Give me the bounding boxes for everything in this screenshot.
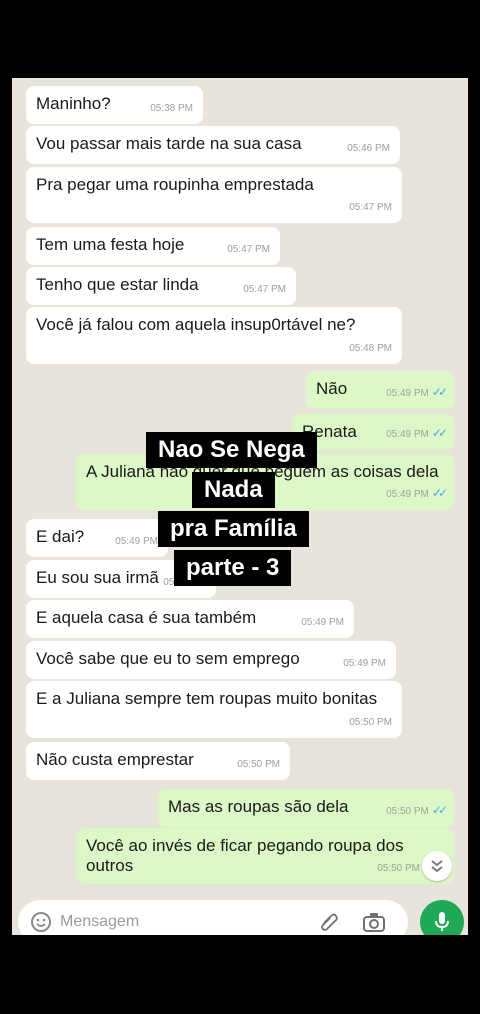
double-check-icon: ✓✓: [431, 385, 448, 399]
message-incoming[interactable]: Tem uma festa hoje 05:47 PM: [26, 227, 280, 265]
message-text: Vou passar mais tarde na sua casa: [36, 134, 302, 153]
message-time: 05:49 PM ✓✓: [386, 385, 448, 399]
message-incoming[interactable]: Maninho? 05:38 PM: [26, 86, 203, 124]
message-text: Você ao invés de ficar pegando roupa dos…: [86, 836, 404, 875]
paperclip-icon[interactable]: [318, 911, 340, 933]
caption-line-4: parte - 3: [174, 550, 292, 586]
message-outgoing[interactable]: Não 05:49 PM ✓✓: [306, 371, 454, 409]
message-time: 05:50 PM: [377, 863, 420, 874]
caption-line-2: Nada: [192, 472, 275, 508]
message-text: Você já falou com aquela insup0rtável ne…: [36, 315, 356, 334]
message-incoming[interactable]: Vou passar mais tarde na sua casa 05:46 …: [26, 126, 400, 164]
message-time: 05:49 PM ✓✓: [386, 486, 448, 500]
message-text: Tenho que estar linda: [36, 275, 199, 294]
message-text: E aquela casa é sua também: [36, 608, 257, 627]
message-incoming[interactable]: Você já falou com aquela insup0rtável ne…: [26, 307, 402, 364]
message-input[interactable]: Mensagem: [60, 913, 139, 931]
message-time: 05:47 PM: [243, 284, 286, 295]
mic-button[interactable]: [420, 900, 464, 935]
message-time: 05:47 PM: [227, 244, 270, 255]
double-check-icon: ✓✓: [431, 486, 448, 500]
message-time: 05:50 PM: [349, 717, 392, 728]
scroll-down-button[interactable]: [422, 851, 452, 881]
message-text: Pra pegar uma roupinha emprestada: [36, 175, 314, 194]
message-text: E dai?: [36, 527, 85, 546]
message-text: Não custa emprestar: [36, 750, 194, 769]
message-text: E a Juliana sempre tem roupas muito boni…: [36, 689, 378, 708]
caption-line-3: pra Família: [158, 511, 309, 547]
message-incoming[interactable]: E a Juliana sempre tem roupas muito boni…: [26, 681, 402, 738]
emoji-icon[interactable]: [30, 911, 52, 933]
message-composer: Mensagem: [18, 900, 408, 935]
message-time: 05:49 PM ✓✓: [386, 426, 448, 440]
message-text: Eu sou sua irmã: [36, 568, 159, 587]
message-time: 05:46 PM: [347, 143, 390, 154]
message-incoming[interactable]: Você sabe que eu to sem emprego 05:49 PM: [26, 641, 396, 679]
message-text: Não: [316, 379, 348, 398]
message-incoming[interactable]: Tenho que estar linda 05:47 PM: [26, 267, 296, 305]
mic-icon: [435, 912, 449, 931]
message-incoming[interactable]: E dai? 05:49 PM: [26, 519, 168, 557]
camera-icon[interactable]: [362, 911, 386, 933]
message-time: 05:47 PM: [349, 202, 392, 213]
message-time: 05:49 PM: [343, 658, 386, 669]
message-text: Maninho?: [36, 94, 111, 113]
message-time: 05:49 PM: [115, 536, 158, 547]
message-time: 05:49 PM: [301, 617, 344, 628]
message-time: 05:50 PM ✓✓: [386, 803, 448, 817]
double-check-icon: ✓✓: [431, 426, 448, 440]
message-outgoing[interactable]: Você ao invés de ficar pegando roupa dos…: [76, 828, 454, 884]
message-time: 05:50 PM: [237, 759, 280, 770]
double-check-icon: ✓✓: [431, 803, 448, 817]
message-outgoing[interactable]: Mas as roupas são dela 05:50 PM ✓✓: [158, 789, 454, 827]
message-time: 05:48 PM: [349, 343, 392, 354]
message-text: Mas as roupas são dela: [168, 797, 349, 816]
message-incoming[interactable]: E aquela casa é sua também 05:49 PM: [26, 600, 354, 638]
message-text: Você sabe que eu to sem emprego: [36, 649, 300, 668]
message-incoming[interactable]: Pra pegar uma roupinha emprestada 05:47 …: [26, 167, 402, 223]
message-text: Tem uma festa hoje: [36, 235, 185, 254]
message-incoming[interactable]: Não custa emprestar 05:50 PM: [26, 742, 290, 780]
message-time: 05:38 PM: [150, 103, 193, 114]
caption-line-1: Nao Se Nega: [146, 432, 317, 468]
chevron-down-icon: [431, 860, 443, 873]
